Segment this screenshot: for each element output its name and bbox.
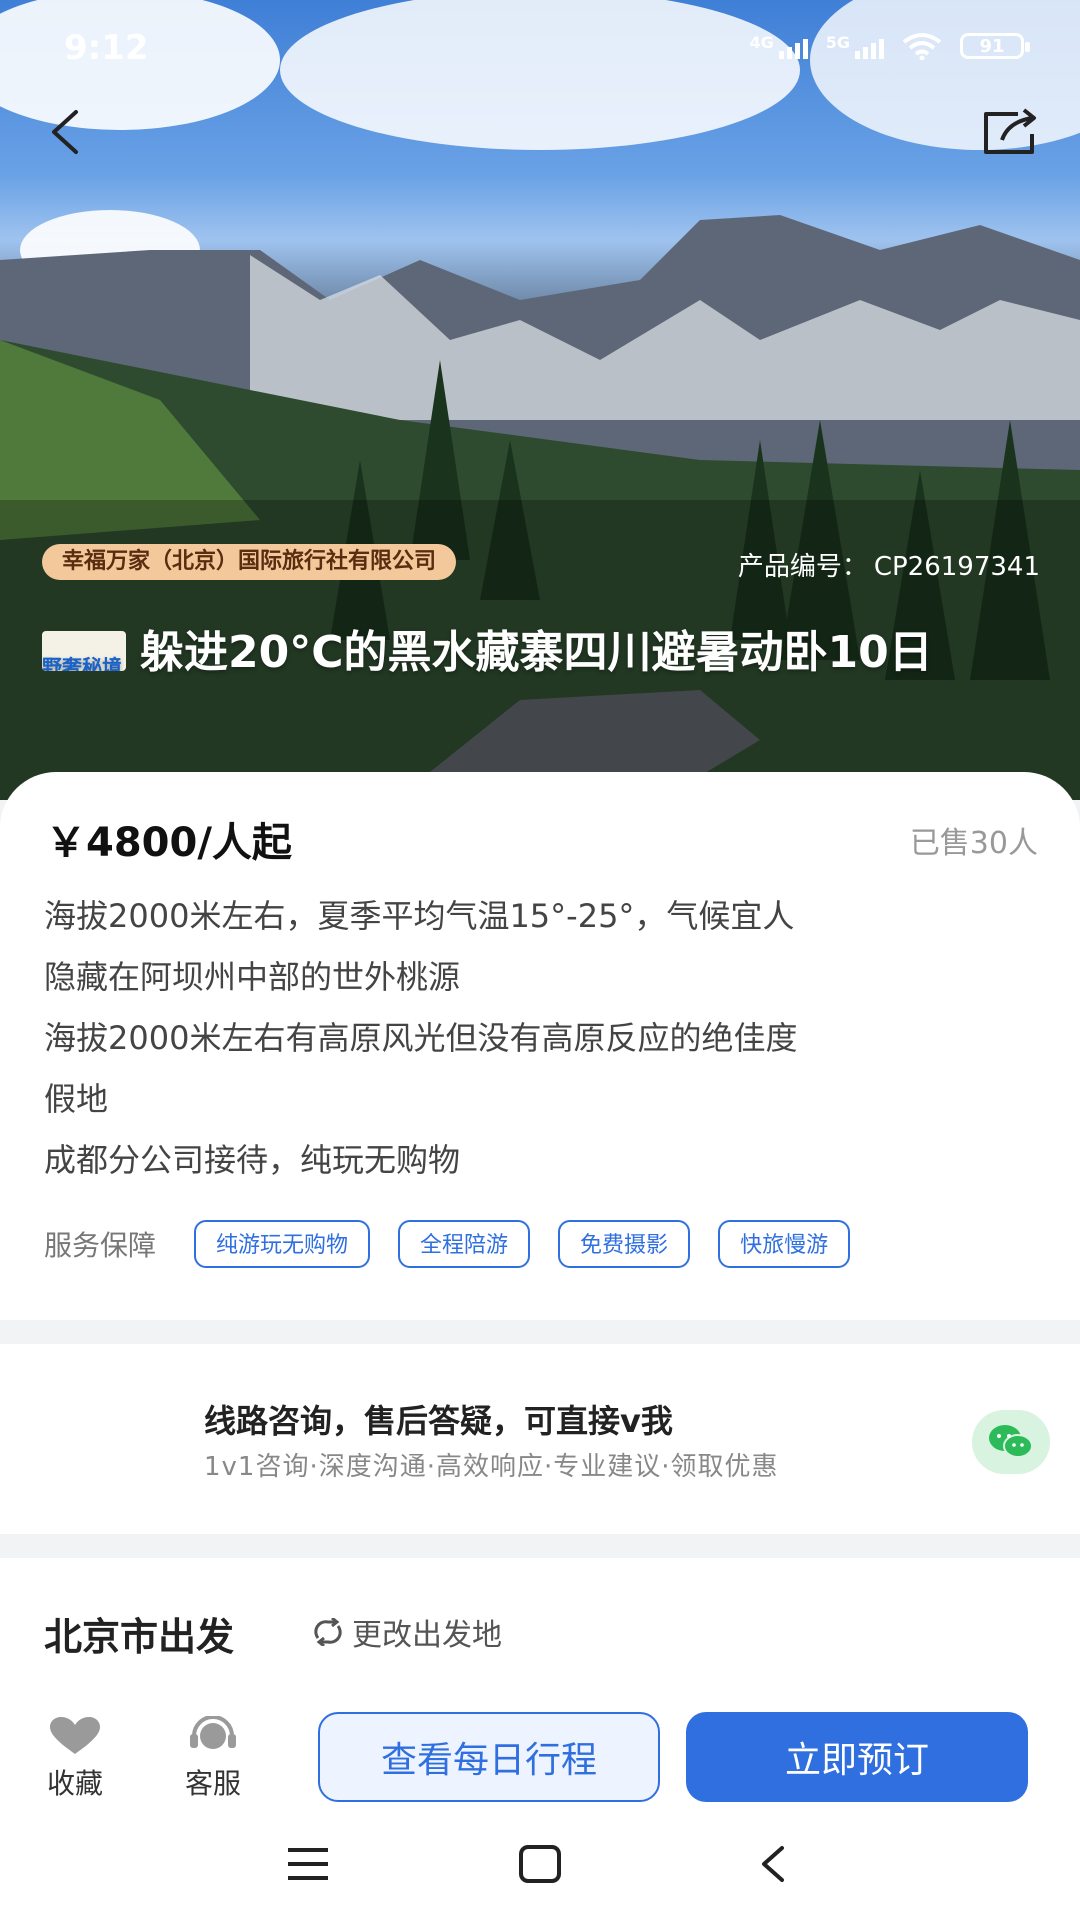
hero-image: 9:12 4G 5G 91 幸福万家（北京）国际旅行社有限公司 产品编号： CP… (0, 0, 1080, 800)
menu-icon[interactable] (286, 1844, 330, 1884)
product-description: 海拔2000米左右，夏季平均气温15°-25°，气候宜人 隐藏在阿坝州中部的世外… (44, 886, 1044, 1191)
bottom-action-bar: 收藏 客服 查看每日行程 立即预订 (0, 1700, 1080, 1814)
wechat-button[interactable] (972, 1410, 1050, 1474)
agency-badge[interactable]: 幸福万家（北京）国际旅行社有限公司 (42, 544, 457, 580)
product-code: 产品编号： CP26197341 (737, 552, 1040, 582)
favorite-button[interactable]: 收藏 (30, 1716, 120, 1802)
description-line: 成都分公司接待，纯玩无购物 (44, 1141, 461, 1179)
product-title-block: 野奢秘境 躲进20°C的黑水藏寨四川避暑动卧10日 (42, 625, 1042, 681)
product-title: 躲进20°C的黑水藏寨四川避暑动卧10日 (140, 627, 933, 678)
change-departure-label: 更改出发地 (352, 1618, 502, 1653)
swap-icon (314, 1618, 342, 1646)
description-line: 海拔2000米左右有高原风光但没有高原反应的绝佳度 (44, 1019, 798, 1057)
home-icon[interactable] (518, 1844, 562, 1884)
favorite-label: 收藏 (46, 1767, 103, 1800)
headset-icon (190, 1716, 236, 1749)
wifi-icon (902, 33, 942, 60)
service-tag[interactable]: 快旅慢游 (718, 1220, 851, 1268)
customer-service-button[interactable]: 客服 (168, 1716, 258, 1802)
back-icon[interactable] (752, 1844, 796, 1884)
back-arrow-icon[interactable] (40, 104, 96, 160)
status-time: 9:12 (64, 28, 149, 68)
price: ￥4800/人起 (46, 820, 292, 866)
view-itinerary-button[interactable]: 查看每日行程 (318, 1712, 660, 1802)
customer-service-label: 客服 (184, 1767, 241, 1800)
share-icon[interactable] (978, 104, 1040, 160)
consult-title: 线路咨询，售后答疑，可直接v我 (204, 1402, 673, 1440)
brand-logo-text: 野奢秘境 (42, 655, 122, 671)
description-line: 海拔2000米左右，夏季平均气温15°-25°，气候宜人 (44, 897, 795, 935)
brand-logo: 野奢秘境 (42, 631, 126, 671)
system-navigation-bar (0, 1814, 1080, 1920)
consult-subtitle: 1v1咨询·深度沟通·高效响应·专业建议·领取优惠 (204, 1452, 779, 1482)
departure-city: 北京市出发 (44, 1615, 235, 1659)
sold-count: 已售30人 (909, 826, 1038, 861)
status-bar: 9:12 4G 5G 91 (0, 0, 1080, 100)
consult-card[interactable]: 线路咨询，售后答疑，可直接v我 1v1咨询·深度沟通·高效响应·专业建议·领取优… (0, 1344, 1080, 1534)
heart-icon (50, 1717, 100, 1754)
change-departure-button[interactable]: 更改出发地 (310, 1610, 502, 1654)
description-line: 假地 (44, 1080, 109, 1118)
service-label: 服务保障 (44, 1229, 157, 1262)
signal-4g-icon: 4G (749, 33, 808, 59)
wechat-icon (989, 1425, 1033, 1458)
signal-5g-icon: 5G (826, 33, 884, 59)
service-tag[interactable]: 全程陪游 (398, 1220, 531, 1268)
status-icons: 4G 5G 91 (749, 32, 1030, 60)
battery-icon: 91 (960, 33, 1030, 59)
service-guarantee: 服务保障 纯游玩无购物 全程陪游 免费摄影 快旅慢游 (44, 1220, 878, 1268)
description-line: 隐藏在阿坝州中部的世外桃源 (44, 958, 461, 996)
product-info-card: ￥4800/人起 已售30人 海拔2000米左右，夏季平均气温15°-25°，气… (0, 772, 1080, 1320)
book-now-button[interactable]: 立即预订 (686, 1712, 1028, 1802)
service-tag[interactable]: 免费摄影 (558, 1220, 691, 1268)
service-tag[interactable]: 纯游玩无购物 (194, 1220, 371, 1268)
